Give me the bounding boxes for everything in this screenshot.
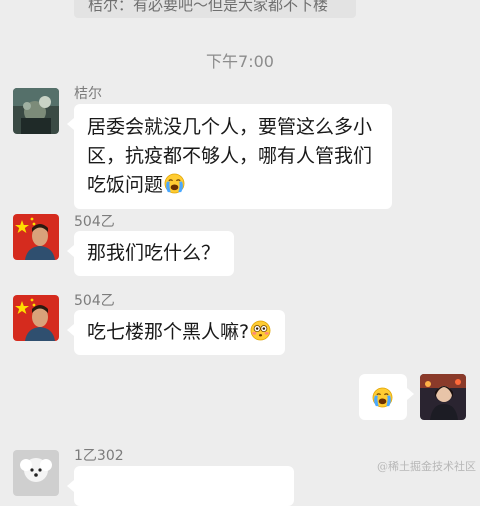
avatar[interactable] xyxy=(13,214,59,260)
message-bubble[interactable]: 居委会就没几个人，要管这么多小区，抗疫都不够人，哪有人管我们吃饭问题 xyxy=(67,104,392,209)
avatar[interactable] xyxy=(13,450,59,496)
message-bubble[interactable]: 吃七楼那个黑人嘛? xyxy=(66,310,286,355)
crying-face-icon xyxy=(164,173,185,194)
timestamp: 下午7:00 xyxy=(206,52,274,71)
dog-avatar-image xyxy=(13,450,59,496)
user-photo-avatar-image xyxy=(13,88,59,134)
message-text: 居委会就没几个人，要管这么多小区，抗疫都不够人，哪有人管我们吃饭问题 xyxy=(87,116,373,196)
message-text: 吃七楼那个黑人嘛? xyxy=(87,321,250,343)
watermark: @稀土掘金技术社区 xyxy=(377,460,476,473)
flag-portrait-avatar-image xyxy=(13,295,59,341)
self-avatar-image xyxy=(420,374,466,420)
sender-name: 504乙 xyxy=(74,214,115,230)
crying-face-icon xyxy=(372,387,393,408)
flag-portrait-avatar-image xyxy=(13,214,59,260)
quoted-message[interactable]: 桔尔：有必要吧～但是大家都不下楼 xyxy=(74,0,356,18)
message-bubble[interactable]: 那我们吃什么？ xyxy=(66,231,235,276)
sender-name: 1乙302 xyxy=(74,448,124,464)
sender-name: 桔尔 xyxy=(74,86,102,102)
self-avatar[interactable] xyxy=(420,374,466,420)
sent-message-bubble[interactable] xyxy=(359,374,414,420)
flushed-face-icon xyxy=(250,320,271,341)
sender-name: 504乙 xyxy=(74,293,115,309)
message-text: 那我们吃什么？ xyxy=(87,242,221,264)
avatar[interactable] xyxy=(13,88,59,134)
message-bubble[interactable] xyxy=(67,466,294,506)
avatar[interactable] xyxy=(13,295,59,341)
